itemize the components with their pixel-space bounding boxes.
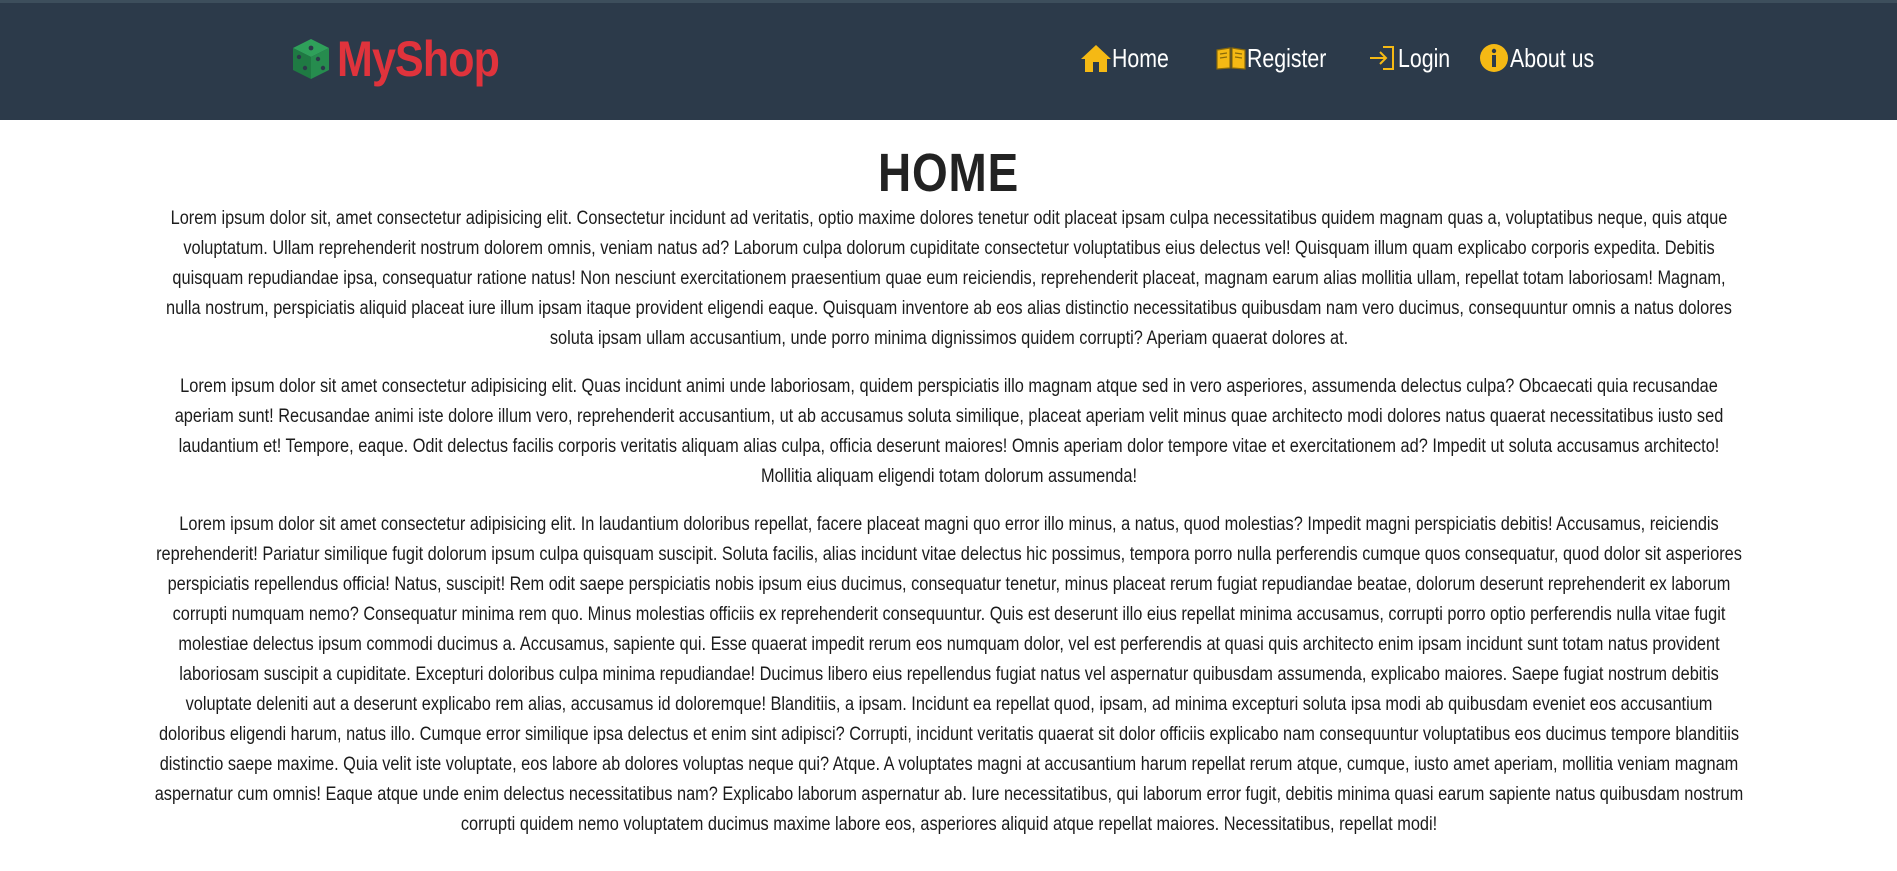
nav-home[interactable]: Home xyxy=(1080,41,1181,75)
brand-name: MyShop xyxy=(337,31,500,87)
nav-login[interactable]: Login xyxy=(1366,41,1462,75)
home-icon xyxy=(1080,42,1112,74)
paragraph: Lorem ipsum dolor sit amet consectetur a… xyxy=(154,372,1744,492)
nav-login-label: Login xyxy=(1398,43,1451,73)
info-icon xyxy=(1478,42,1510,74)
nav-register[interactable]: Register xyxy=(1215,41,1344,75)
login-icon xyxy=(1366,42,1398,74)
paragraph-text: Lorem ipsum dolor sit amet consectetur a… xyxy=(174,376,1723,487)
paragraph-text: Lorem ipsum dolor sit amet consectetur a… xyxy=(154,514,1743,835)
paragraph: Lorem ipsum dolor sit, amet consectetur … xyxy=(154,204,1744,354)
paragraph-text: Lorem ipsum dolor sit, amet consectetur … xyxy=(165,208,1732,349)
nav-about[interactable]: About us xyxy=(1478,41,1613,75)
paragraph: Lorem ipsum dolor sit amet consectetur a… xyxy=(154,510,1744,840)
cube-logo-icon xyxy=(291,37,331,81)
brand-logo-link[interactable]: MyShop xyxy=(291,31,525,87)
nav-home-label: Home xyxy=(1112,43,1169,73)
page-title: HOME xyxy=(877,143,1020,203)
main-content: HOME Lorem ipsum dolor sit, amet consect… xyxy=(0,120,1897,840)
nav-about-label: About us xyxy=(1509,43,1594,73)
main-nav: Home Register Login About us xyxy=(1080,41,1612,75)
book-icon xyxy=(1215,42,1247,74)
top-navbar: MyShop Home Register Login About us xyxy=(0,0,1897,120)
nav-register-label: Register xyxy=(1247,43,1327,73)
